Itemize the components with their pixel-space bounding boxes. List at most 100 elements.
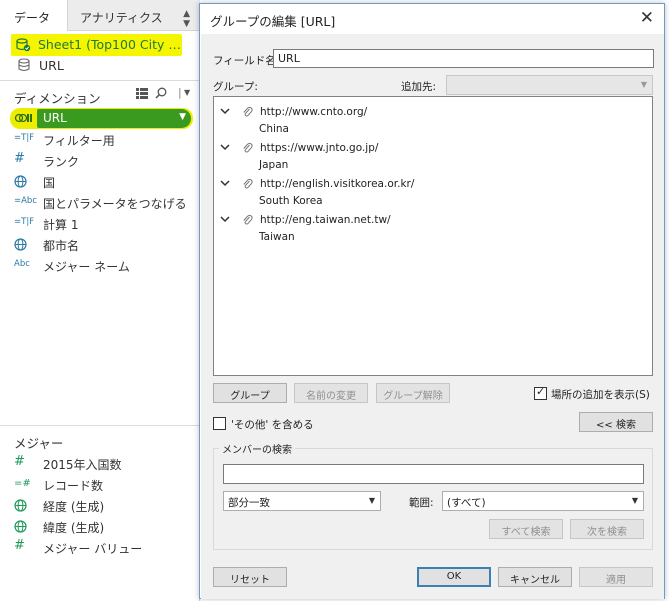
tab-analytics[interactable]: アナリティクス ▲ ▼ <box>67 0 200 31</box>
add-to-select[interactable]: ▼ <box>446 75 653 95</box>
field-label: フィルター用 <box>43 134 115 148</box>
datasource-url[interactable]: URL <box>0 55 200 76</box>
group-node[interactable]: https://www.jnto.go.jp/ <box>214 140 652 158</box>
group-button[interactable]: グループ <box>213 383 287 403</box>
group-member[interactable]: Japan <box>259 159 288 171</box>
show-location-checkbox[interactable]: ✓ <box>534 385 547 400</box>
hash-icon: # <box>14 538 25 553</box>
field-calc1[interactable]: =T|F 計算 1 <box>0 214 200 235</box>
range-select[interactable]: (すべて) ▼ <box>442 491 644 511</box>
chevron-down-icon[interactable] <box>220 106 230 116</box>
field-label: 2015年入国数 <box>43 458 122 472</box>
group-member[interactable]: Taiwan <box>259 231 295 243</box>
field-rank[interactable]: # ランク <box>0 151 200 172</box>
field-label: メジャー バリュー <box>43 542 143 556</box>
field-measure-names[interactable]: Abc メジャー ネーム <box>0 256 200 277</box>
data-pane: データ アナリティクス ▲ ▼ Sheet1 (Top100 City … URL… <box>0 0 200 601</box>
close-icon[interactable]: ✕ <box>640 8 654 28</box>
match-mode-select[interactable]: 部分一致 ▼ <box>223 491 381 511</box>
field-longitude[interactable]: 経度 (生成) <box>0 496 200 517</box>
checkmark-icon: ✓ <box>536 385 546 398</box>
paperclip-icon <box>243 106 253 117</box>
datasource-sheet1[interactable]: Sheet1 (Top100 City … <box>11 34 182 56</box>
url-field-icon <box>14 113 32 123</box>
field-record-count[interactable]: =# レコード数 <box>0 475 200 496</box>
chevron-down-icon[interactable] <box>220 214 230 224</box>
field-city[interactable]: 都市名 <box>0 235 200 256</box>
group-node-label: http://english.visitkorea.or.kr/ <box>260 178 415 190</box>
field-entries-2015[interactable]: # 2015年入国数 <box>0 454 200 475</box>
dialog-title-bar[interactable]: グループの編集 [URL] ✕ <box>200 4 664 34</box>
group-node-label: https://www.jnto.go.jp/ <box>260 142 379 154</box>
field-filter[interactable]: =T|F フィルター用 <box>0 130 200 151</box>
add-to-label: 追加先: <box>401 81 437 93</box>
chevron-down-icon[interactable]: ▼ <box>184 88 190 97</box>
pane-menu-icon[interactable]: ▲ ▼ <box>183 9 190 29</box>
datasource-sheet1-label: Sheet1 (Top100 City … <box>38 37 181 52</box>
member-search-label: メンバーの検索 <box>219 441 295 456</box>
search-icon[interactable] <box>155 87 167 99</box>
group-tree[interactable]: http://www.cnto.org/ China https://www.j… <box>213 96 653 376</box>
dimensions-header: ディメンション <box>14 91 101 106</box>
ok-button[interactable]: OK <box>417 567 491 587</box>
field-label: レコード数 <box>43 479 104 493</box>
tab-data[interactable]: データ <box>0 0 67 31</box>
group-node-label: http://eng.taiwan.net.tw/ <box>260 214 391 226</box>
member-search-input[interactable] <box>223 464 644 484</box>
group-node[interactable]: http://eng.taiwan.net.tw/ <box>214 212 652 230</box>
field-latitude[interactable]: 緯度 (生成) <box>0 517 200 538</box>
field-label: ランク <box>43 155 80 169</box>
group-member[interactable]: South Korea <box>259 195 323 207</box>
apply-button[interactable]: 適用 <box>579 567 653 587</box>
paperclip-icon <box>243 142 253 153</box>
field-label: 計算 1 <box>43 218 79 232</box>
field-label: 経度 (生成) <box>43 500 105 514</box>
datasource-active-icon <box>16 38 31 52</box>
group-node[interactable]: http://english.visitkorea.or.kr/ <box>214 176 652 194</box>
hash-icon: # <box>14 151 25 166</box>
field-url[interactable]: URL ▼ <box>10 108 193 129</box>
find-next-button[interactable]: 次を検索 <box>570 519 644 539</box>
rename-button[interactable]: 名前の変更 <box>294 383 368 403</box>
reset-button[interactable]: リセット <box>213 567 287 587</box>
field-label: 国 <box>43 176 56 190</box>
chevron-down-icon[interactable] <box>220 178 230 188</box>
chevron-down-icon: ▼ <box>368 496 375 505</box>
tab-analytics-label: アナリティクス <box>80 11 163 25</box>
measures-header: メジャー <box>14 436 64 451</box>
field-url-pill: URL ▼ <box>37 109 191 128</box>
field-url-label: URL <box>43 111 67 125</box>
ungroup-button[interactable]: グループ解除 <box>376 383 450 403</box>
abc-icon: Abc <box>14 259 30 269</box>
edit-group-dialog: グループの編集 [URL] ✕ フィールド名: URL グループ: 追加先: ▼… <box>199 3 665 599</box>
calculated-abc-icon: =Abc <box>14 196 38 206</box>
chevron-down-icon: ▼ <box>640 80 647 89</box>
group-node[interactable]: http://www.cnto.org/ <box>214 104 652 122</box>
globe-icon <box>14 499 27 512</box>
field-measure-values[interactable]: # メジャー バリュー <box>0 538 200 559</box>
field-label: 国とパラメータをつなげる <box>43 197 187 211</box>
datasource-url-label: URL <box>39 58 64 73</box>
globe-icon <box>14 238 27 251</box>
chevron-down-icon[interactable]: ▼ <box>179 112 186 122</box>
cancel-button[interactable]: キャンセル <box>498 567 572 587</box>
chevron-down-icon[interactable] <box>220 142 230 152</box>
dialog-body: フィールド名: URL グループ: 追加先: ▼ http://www.cnto… <box>201 34 664 599</box>
find-all-button[interactable]: すべて検索 <box>489 519 563 539</box>
calculated-string-icon: =T|F <box>14 217 35 227</box>
group-member[interactable]: China <box>259 123 289 135</box>
field-label: メジャー ネーム <box>43 260 130 274</box>
hash-icon: # <box>14 454 25 469</box>
pane-tabs: データ アナリティクス ▲ ▼ <box>0 0 200 31</box>
group-node-label: http://www.cnto.org/ <box>260 106 368 118</box>
field-name-input[interactable]: URL <box>273 49 654 68</box>
view-list-icon[interactable] <box>136 88 148 99</box>
field-label: 都市名 <box>43 239 80 253</box>
field-label: 緯度 (生成) <box>43 521 105 535</box>
field-country[interactable]: 国 <box>0 172 200 193</box>
field-country-param[interactable]: =Abc 国とパラメータをつなげる <box>0 193 200 214</box>
find-toggle-button[interactable]: << 検索 <box>579 412 653 432</box>
show-location-label: 場所の追加を表示(S) <box>551 389 650 401</box>
globe-icon <box>14 175 27 188</box>
include-other-checkbox[interactable] <box>213 417 226 430</box>
